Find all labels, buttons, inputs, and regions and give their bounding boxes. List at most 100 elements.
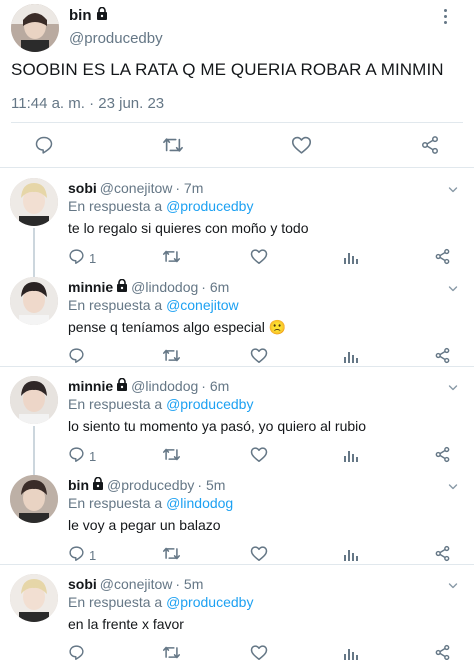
reply-actions: 1 [0, 545, 474, 565]
reply-icon [68, 644, 85, 660]
author-name[interactable]: bin [69, 6, 108, 24]
share-icon [434, 347, 451, 367]
reply-to-mention[interactable]: @lindodog [166, 495, 233, 511]
avatar[interactable] [11, 4, 59, 52]
share-icon [434, 545, 451, 565]
reply-text: pense q teníamos algo especial 🙁 [68, 319, 287, 335]
reply-tweet[interactable]: sobi @conejitow · 7m En respuesta a @pro… [0, 168, 474, 268]
author-name[interactable]: minnie [68, 279, 113, 295]
reply-actions [0, 644, 474, 660]
author-name[interactable]: minnie [68, 378, 113, 394]
analytics-icon [343, 249, 359, 268]
more-icon[interactable] [438, 8, 452, 24]
share-button[interactable] [434, 545, 451, 565]
retweet-icon [162, 347, 181, 367]
retweet-button[interactable] [162, 644, 181, 660]
author-handle[interactable]: @conejitow [100, 180, 173, 196]
analytics-button[interactable] [343, 248, 359, 268]
reply-button[interactable] [68, 644, 89, 660]
author-handle[interactable]: @producedby [69, 30, 163, 47]
reply-icon [68, 446, 85, 466]
reply-timestamp[interactable]: · 5m [175, 576, 203, 592]
tweet-timestamp[interactable]: 11:44 a. m. · 23 jun. 23 [11, 95, 164, 112]
reply-header: sobi @conejitow · 5m [68, 576, 203, 592]
share-button[interactable] [434, 446, 451, 466]
reply-timestamp[interactable]: · 6m [201, 279, 229, 295]
reply-tweet[interactable]: minnie @lindodog · 6m En respuesta a @pr… [0, 366, 474, 466]
reply-text: te lo regalo si quieres con moño y todo [68, 220, 309, 236]
analytics-icon [343, 348, 359, 367]
retweet-button[interactable] [162, 248, 181, 268]
lock-icon [92, 476, 104, 493]
reply-timestamp[interactable]: · 7m [175, 180, 203, 196]
tweet-actions [0, 130, 474, 160]
analytics-button[interactable] [343, 446, 359, 466]
reply-actions: 1 [0, 248, 474, 268]
author-name-text[interactable]: bin [69, 7, 92, 24]
reply-button[interactable] [68, 347, 89, 367]
avatar[interactable] [10, 178, 58, 226]
share-button[interactable] [434, 644, 451, 660]
reply-icon[interactable] [29, 130, 59, 160]
reply-to-label: En respuesta a [68, 594, 167, 610]
like-icon [250, 248, 268, 268]
avatar[interactable] [10, 574, 58, 622]
share-icon[interactable] [415, 130, 445, 160]
analytics-button[interactable] [343, 347, 359, 367]
reply-timestamp[interactable]: · 5m [197, 477, 225, 493]
retweet-button[interactable] [162, 446, 181, 466]
reply-to-mention[interactable]: @producedby [166, 594, 253, 610]
reply-to-mention[interactable]: @producedby [166, 198, 253, 214]
share-icon [434, 446, 451, 466]
author-handle[interactable]: @conejitow [100, 576, 173, 592]
author-handle[interactable]: @lindodog [131, 279, 198, 295]
more-icon[interactable] [448, 578, 458, 589]
retweet-button[interactable] [162, 347, 181, 367]
reply-timestamp[interactable]: · 6m [201, 378, 229, 394]
reply-to-label: En respuesta a [68, 396, 167, 412]
analytics-button[interactable] [343, 644, 359, 660]
share-button[interactable] [434, 347, 451, 367]
more-icon[interactable] [448, 479, 458, 490]
more-icon[interactable] [448, 182, 458, 193]
reply-tweet[interactable]: sobi @conejitow · 5m En respuesta a @pro… [0, 564, 474, 660]
retweet-button[interactable] [162, 545, 181, 565]
like-button[interactable] [250, 644, 268, 660]
analytics-button[interactable] [343, 545, 359, 565]
like-button[interactable] [250, 248, 268, 268]
analytics-icon [343, 447, 359, 466]
like-button[interactable] [250, 446, 268, 466]
reply-tweet[interactable]: bin @producedby · 5m En respuesta a @lin… [0, 465, 474, 564]
reply-to-mention[interactable]: @conejitow [166, 297, 239, 313]
reply-button[interactable]: 1 [68, 545, 96, 565]
reply-text: le voy a pegar un balazo [68, 517, 221, 533]
reply-button[interactable]: 1 [68, 248, 96, 268]
reply-to-mention[interactable]: @producedby [166, 396, 253, 412]
share-button[interactable] [434, 248, 451, 268]
author-handle[interactable]: @producedby [107, 477, 194, 493]
avatar[interactable] [10, 475, 58, 523]
more-icon[interactable] [448, 380, 458, 391]
analytics-icon [343, 645, 359, 660]
like-icon [250, 446, 268, 466]
reply-to-label: En respuesta a [68, 297, 167, 313]
reply-icon [68, 347, 85, 367]
author-name[interactable]: sobi [68, 180, 97, 196]
avatar[interactable] [10, 376, 58, 424]
main-tweet: bin @producedby SOOBIN ES LA RATA Q ME Q… [0, 0, 474, 168]
reply-button[interactable]: 1 [68, 446, 96, 466]
analytics-icon [343, 546, 359, 565]
more-icon[interactable] [448, 281, 458, 292]
like-button[interactable] [250, 347, 268, 367]
avatar[interactable] [10, 277, 58, 325]
author-handle[interactable]: @lindodog [131, 378, 198, 394]
author-name[interactable]: sobi [68, 576, 97, 592]
reply-tweet[interactable]: minnie @lindodog · 6m En respuesta a @co… [0, 267, 474, 366]
author-name[interactable]: bin [68, 477, 89, 493]
thread-line [33, 267, 35, 277]
reply-count: 1 [89, 547, 97, 563]
retweet-icon[interactable] [158, 130, 188, 160]
like-button[interactable] [250, 545, 268, 565]
like-icon[interactable] [286, 130, 316, 160]
reply-text: en la frente x favor [68, 616, 184, 632]
